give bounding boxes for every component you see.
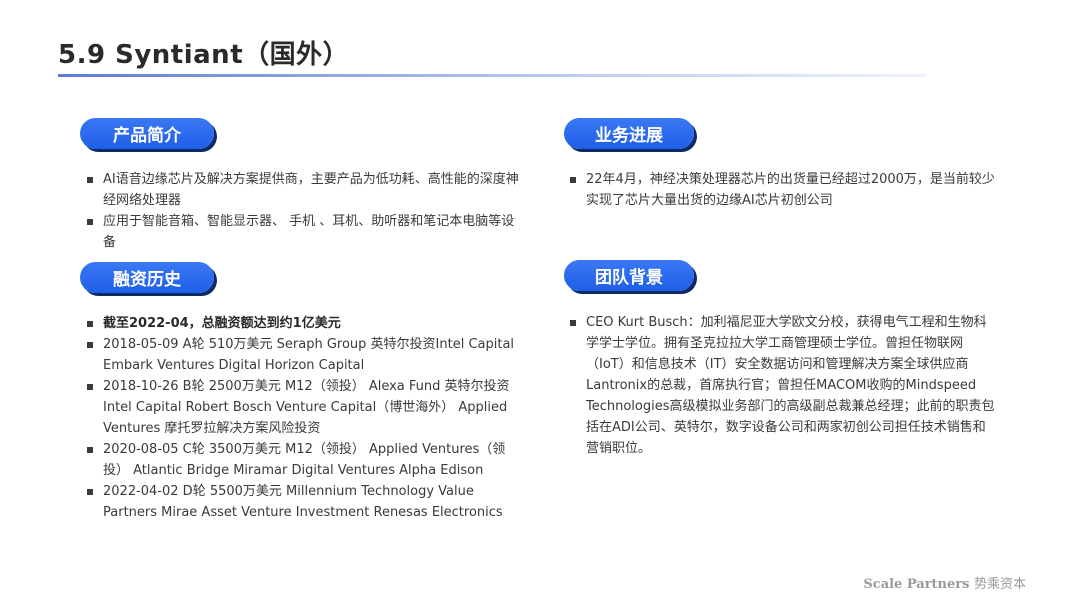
list-item: 2018-05-09 A轮 510万美元 Seraph Group 英特尔投资I…: [86, 334, 530, 376]
bullet-icon: [570, 177, 576, 183]
list-item: 2022-04-02 D轮 5500万美元 Millennium Technol…: [86, 481, 530, 523]
funding-list: 截至2022-04，总融资额达到约1亿美元 2018-05-09 A轮 510万…: [86, 313, 530, 523]
section-heading-team: 团队背景: [564, 260, 694, 291]
bullet-icon: [87, 219, 93, 225]
footer-brand-cn: 势乘资本: [973, 577, 1026, 592]
section-heading-product: 产品简介: [80, 118, 214, 149]
section-heading-progress: 业务进展: [564, 118, 694, 149]
list-item: 2018-10-26 B轮 2500万美元 M12（领投） Alexa Fund…: [86, 376, 530, 439]
bullet-icon: [87, 177, 93, 183]
bullet-icon: [87, 342, 93, 348]
product-list: AI语音边缘芯片及解决方案提供商，主要产品为低功耗、高性能的深度神经网络处理器 …: [86, 169, 524, 253]
title-underline: [58, 74, 926, 77]
section-heading-funding: 融资历史: [80, 262, 214, 293]
progress-list: 22年4月，神经决策处理器芯片的出货量已经超过2000万，是当前较少实现了芯片大…: [569, 169, 995, 211]
bullet-icon: [87, 447, 93, 453]
list-item: CEO Kurt Busch：加利福尼亚大学欧文分校，获得电气工程和生物科学学士…: [569, 312, 995, 459]
list-item: 22年4月，神经决策处理器芯片的出货量已经超过2000万，是当前较少实现了芯片大…: [569, 169, 995, 211]
footer-brand: Scale Partners 势乘资本: [863, 573, 1026, 592]
bullet-icon: [87, 489, 93, 495]
list-item: 2020-08-05 C轮 3500万美元 M12（领投） Applied Ve…: [86, 439, 530, 481]
footer-brand-en: Scale Partners: [863, 577, 970, 592]
page-title: 5.9 Syntiant（国外）: [58, 40, 350, 70]
list-item: 截至2022-04，总融资额达到约1亿美元: [86, 313, 530, 334]
list-item: 应用于智能音箱、智能显示器、 手机 、耳机、助听器和笔记本电脑等设备: [86, 211, 524, 253]
list-item: AI语音边缘芯片及解决方案提供商，主要产品为低功耗、高性能的深度神经网络处理器: [86, 169, 524, 211]
bullet-icon: [87, 321, 93, 327]
bullet-icon: [570, 320, 576, 326]
bullet-icon: [87, 384, 93, 390]
team-list: CEO Kurt Busch：加利福尼亚大学欧文分校，获得电气工程和生物科学学士…: [569, 312, 995, 459]
